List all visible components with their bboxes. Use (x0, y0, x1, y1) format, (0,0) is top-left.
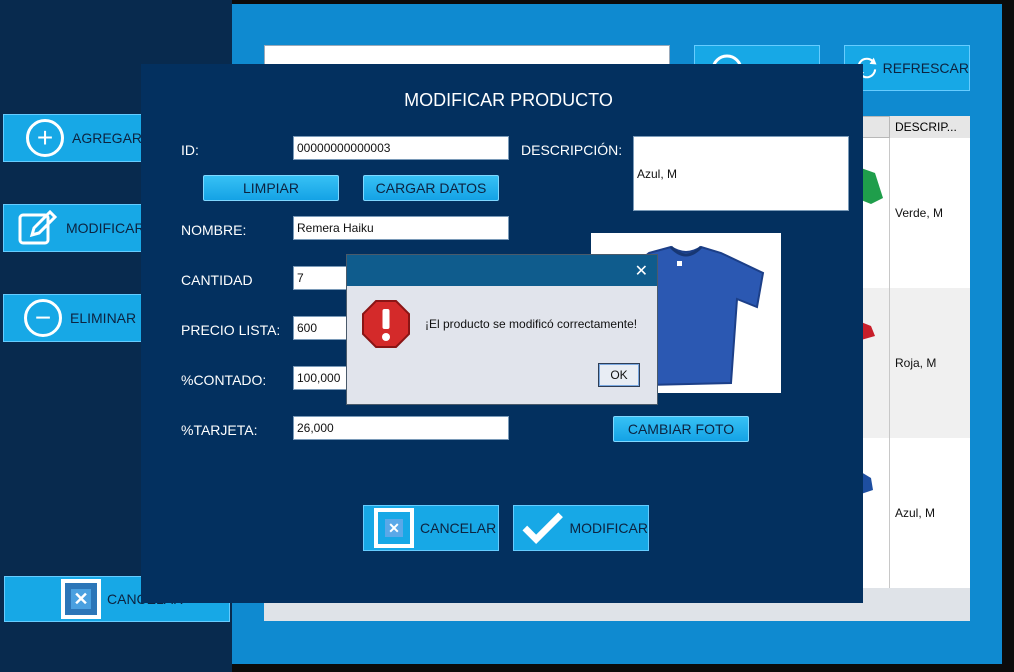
close-icon: ✕ (374, 508, 414, 548)
name-label: NOMBRE: (181, 222, 247, 238)
delete-product-button[interactable]: − ELIMINAR P (3, 294, 143, 342)
modify-product-button[interactable]: MODIFICAR (3, 204, 143, 252)
quantity-label: CANTIDAD (181, 272, 253, 288)
description-label: DESCRIPCIÓN: (521, 142, 623, 158)
name-field[interactable]: Remera Haiku (293, 216, 509, 240)
card-percent-label: %TARJETA: (181, 422, 258, 438)
dialog-title-bar: ✕ (347, 255, 657, 286)
checkmark-icon (522, 512, 563, 544)
product-thumbnail (861, 322, 875, 340)
table-row[interactable]: Roja, M (861, 288, 970, 438)
add-product-label: AGREGAR P (72, 130, 143, 146)
cash-percent-label: %CONTADO: (181, 372, 267, 388)
product-thumbnail (861, 472, 873, 494)
card-percent-field[interactable]: 26,000 (293, 416, 509, 440)
list-price-label: PRECIO LISTA: (181, 322, 281, 338)
minus-circle-icon: − (24, 299, 62, 337)
modify-button[interactable]: MODIFICAR (513, 505, 649, 551)
modal-title: MODIFICAR PRODUCTO (404, 90, 613, 110)
error-icon (362, 300, 410, 348)
plus-circle-icon: + (26, 119, 64, 157)
clear-button[interactable]: LIMPIAR (203, 175, 339, 201)
id-field[interactable]: 00000000000003 (293, 136, 509, 160)
product-thumbnail (861, 168, 883, 204)
ok-button[interactable]: OK (598, 363, 640, 387)
cancel-button[interactable]: ✕ CANCELAR (363, 505, 499, 551)
add-product-button[interactable]: + AGREGAR P (3, 114, 143, 162)
message-dialog: ✕ ¡El producto se modificó correctamente… (346, 254, 658, 405)
table-row[interactable]: Verde, M (861, 138, 970, 288)
cancel-label: CANCELAR (420, 520, 497, 536)
table-header-desc[interactable]: DESCRIP... (889, 116, 970, 138)
load-data-button[interactable]: CARGAR DATOS (363, 175, 499, 201)
table-cell-desc: Roja, M (889, 288, 970, 438)
dialog-message: ¡El producto se modificó correctamente! (425, 317, 638, 331)
id-label: ID: (181, 142, 199, 158)
table-row[interactable]: Azul, M (861, 438, 970, 588)
description-field[interactable]: Azul, M (633, 136, 849, 211)
close-icon: ✕ (61, 579, 101, 619)
modify-label: MODIFICAR (569, 520, 648, 536)
close-icon[interactable]: ✕ (635, 261, 648, 281)
refresh-label: REFRESCAR (882, 60, 969, 76)
table-cell-desc: Verde, M (889, 138, 970, 288)
delete-product-label: ELIMINAR P (70, 310, 143, 326)
table-cell-desc: Azul, M (889, 438, 970, 588)
modify-product-label: MODIFICAR (66, 220, 143, 236)
change-photo-button[interactable]: CAMBIAR FOTO (613, 416, 749, 442)
edit-icon (18, 209, 58, 245)
